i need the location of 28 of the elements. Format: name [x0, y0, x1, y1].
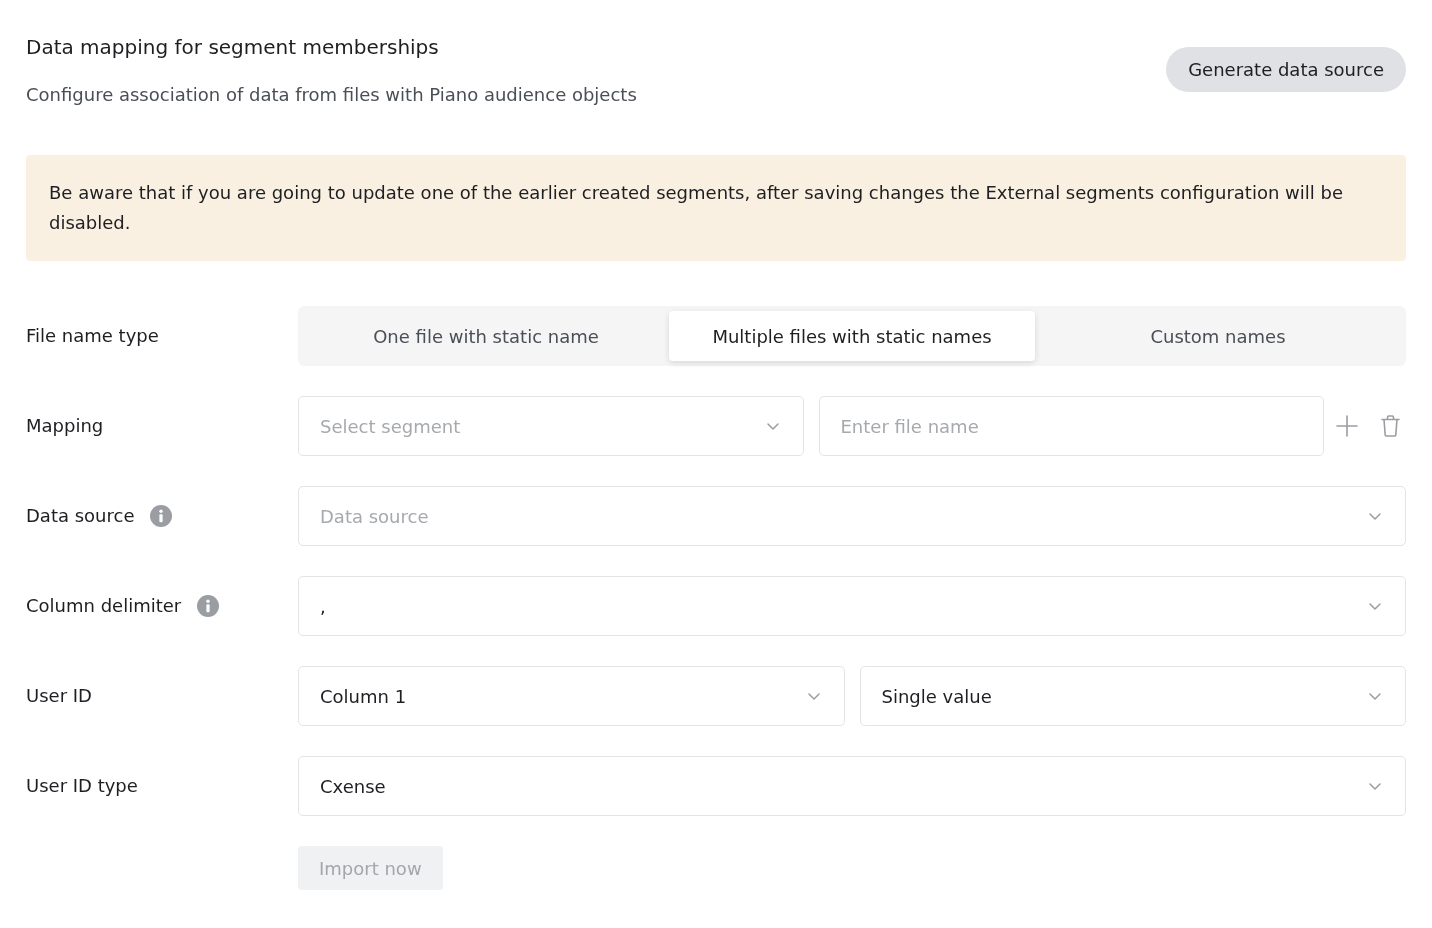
field-label: Data source: [26, 504, 135, 528]
input-field[interactable]: Enter file name: [818, 396, 1324, 456]
dropdown-field[interactable]: Column 1: [298, 666, 845, 726]
chevron-down-icon: [1369, 602, 1381, 610]
field-label: Mapping: [26, 414, 104, 438]
segment-tab[interactable]: Multiple files with static names: [669, 311, 1035, 361]
dropdown-field[interactable]: ,: [298, 576, 1406, 636]
page-title: Data mapping for segment memberships: [26, 34, 440, 61]
field-label: User ID: [26, 684, 92, 708]
generate-data-source-button[interactable]: Generate data source: [1166, 47, 1406, 92]
dropdown-field[interactable]: Cxense: [298, 756, 1406, 816]
chevron-down-icon: [807, 692, 820, 700]
trash-icon[interactable]: [1381, 415, 1400, 437]
chevron-down-icon: [1369, 782, 1381, 790]
page-subtitle: Configure association of data from files with Piano audience objects: [26, 83, 637, 107]
chevron-down-icon: [766, 422, 779, 430]
info-icon[interactable]: [197, 595, 220, 617]
segment-tab[interactable]: Custom names: [1035, 311, 1401, 361]
field-label: File name type: [26, 324, 159, 348]
info-icon[interactable]: [150, 505, 173, 527]
field-label: User ID type: [26, 774, 138, 798]
segment-tab[interactable]: One file with static name: [303, 311, 669, 361]
warning-alert: Be aware that if you are going to update one of the earlier created segments, after saving changes the External segments configuration will be disabled.: [26, 155, 1406, 261]
chevron-down-icon: [1369, 512, 1381, 520]
field-label: Column delimiter: [26, 594, 182, 618]
add-icon[interactable]: [1336, 415, 1358, 437]
chevron-down-icon: [1369, 692, 1381, 700]
dropdown-field[interactable]: Single value: [859, 666, 1406, 726]
